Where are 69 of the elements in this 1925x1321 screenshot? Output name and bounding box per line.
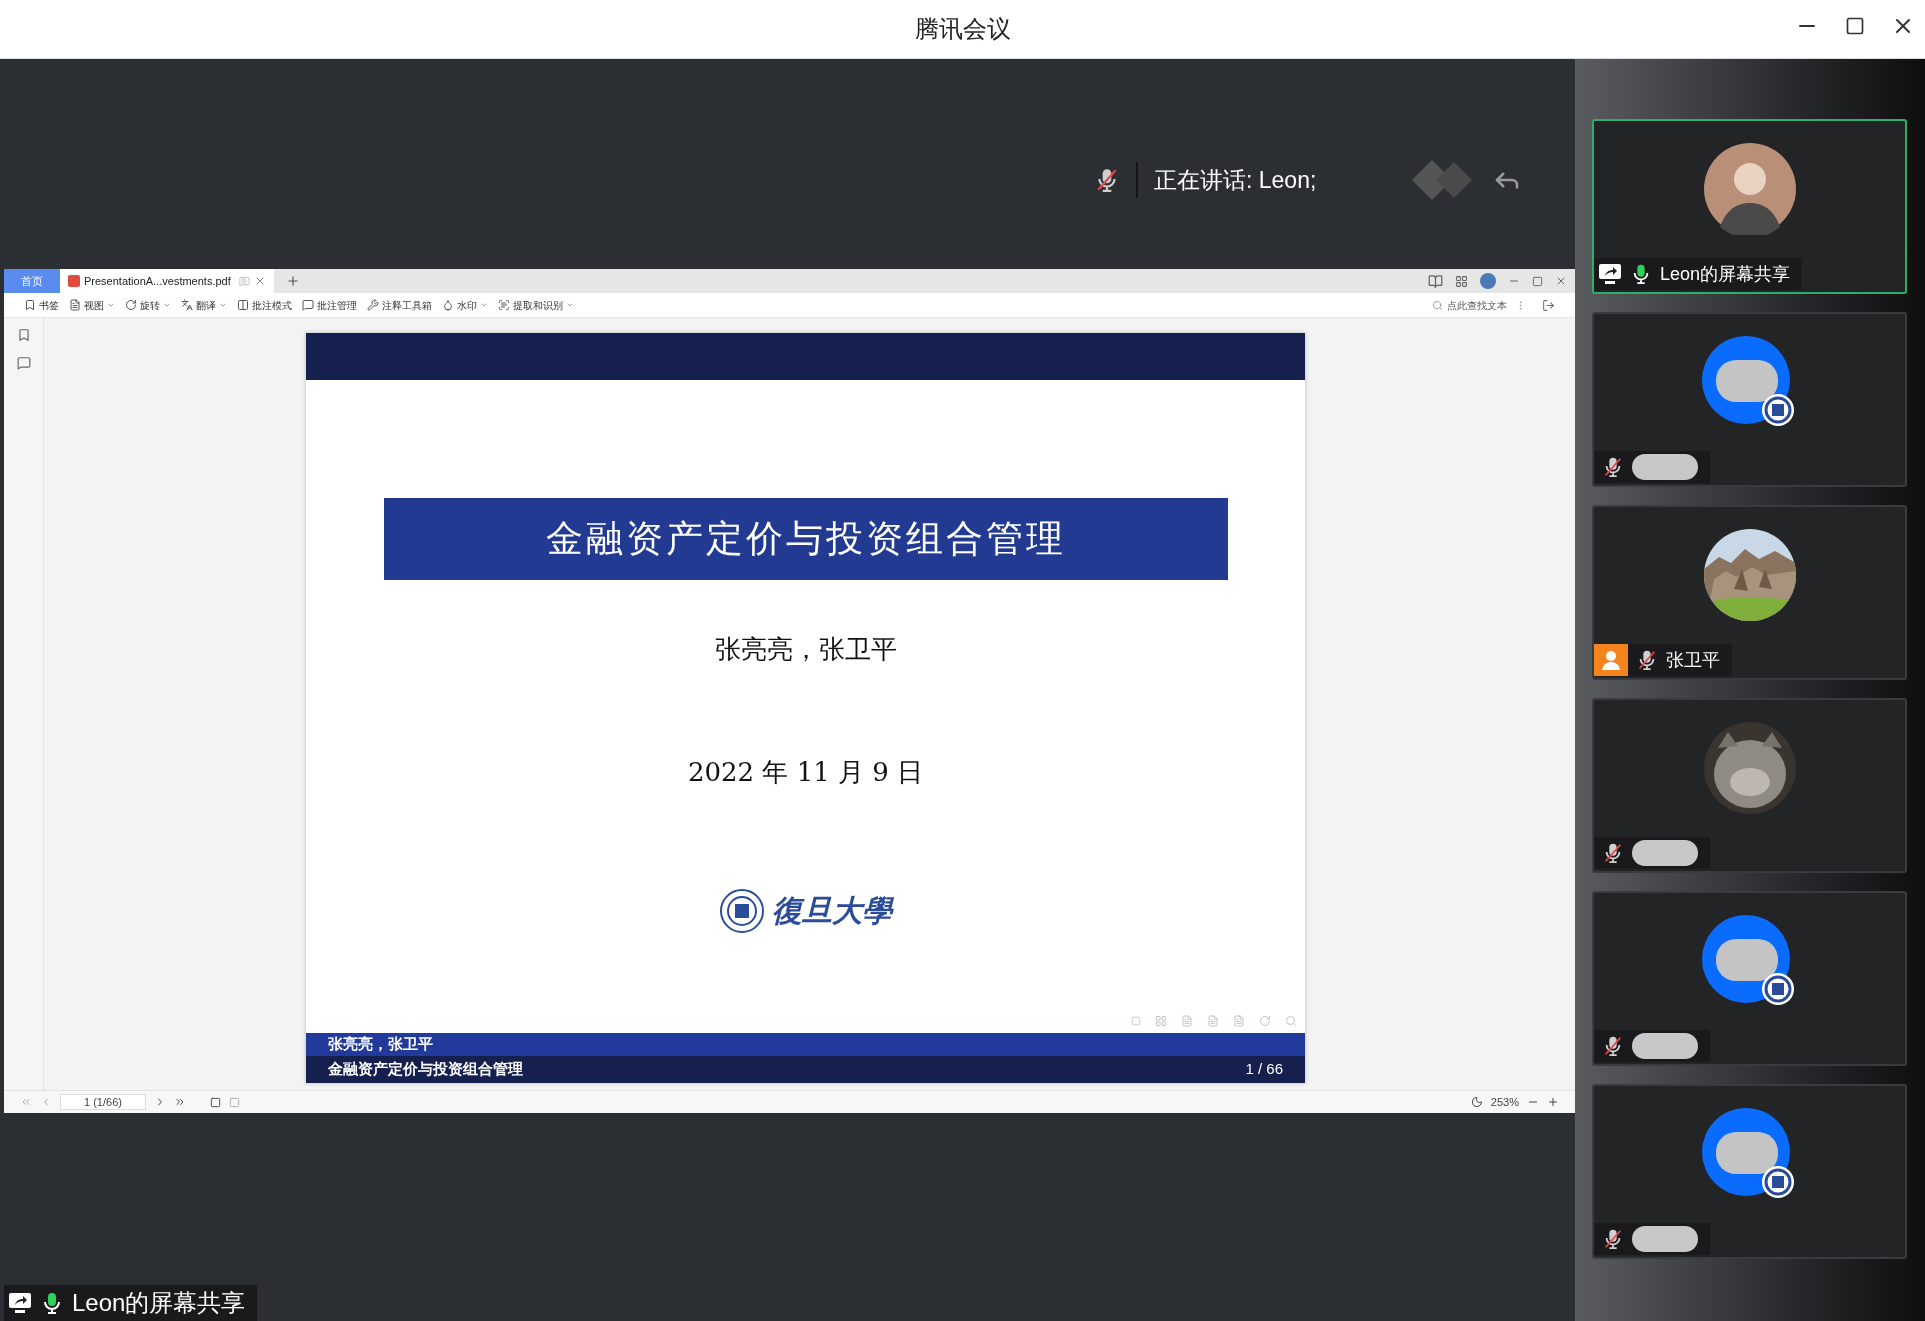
name-placeholder bbox=[1632, 1033, 1698, 1059]
dropdown-caret-icon bbox=[163, 301, 171, 309]
toolbar-icon bbox=[181, 299, 193, 311]
name-placeholder bbox=[1632, 1226, 1698, 1252]
footer-title: 金融资产定价与投资组合管理 bbox=[328, 1059, 523, 1080]
exit-icon[interactable] bbox=[1542, 298, 1555, 312]
window-title: 腾讯会议 bbox=[914, 14, 1011, 44]
toolbar-button[interactable]: 翻译 bbox=[181, 297, 227, 313]
university-logo-text: 復旦大學 bbox=[771, 892, 892, 930]
name-placeholder bbox=[1632, 840, 1698, 866]
toolbar-icon bbox=[24, 299, 36, 311]
slide-date: 2022 年 11 月 9 日 bbox=[687, 756, 924, 789]
night-mode-icon[interactable] bbox=[1470, 1096, 1483, 1108]
toolbar-button[interactable]: 提取和识别 bbox=[498, 297, 574, 313]
toolbar-icon bbox=[237, 299, 249, 311]
participant-name: Leon的屏幕共享 bbox=[1660, 262, 1791, 286]
new-tab-icon[interactable] bbox=[285, 274, 300, 288]
toolbar-button[interactable]: 水印 bbox=[442, 297, 488, 313]
video-tile[interactable] bbox=[1592, 891, 1907, 1066]
toolbar-icon bbox=[367, 299, 379, 311]
video-tile[interactable]: Leon的屏幕共享 bbox=[1592, 119, 1907, 294]
zoom-level[interactable]: 253% bbox=[1490, 1093, 1519, 1111]
toolbar-icon bbox=[302, 299, 314, 311]
last-page-icon[interactable] bbox=[174, 1096, 186, 1108]
page-number: 1 / 66 bbox=[1245, 1059, 1283, 1080]
speaking-indicator: 正在讲话: Leon; bbox=[1154, 165, 1317, 195]
participant-name: 张卫平 bbox=[1666, 648, 1720, 672]
toolbar-button[interactable]: 批注管理 bbox=[302, 297, 357, 313]
bookmark-icon[interactable] bbox=[16, 328, 31, 342]
dropdown-caret-icon bbox=[566, 301, 574, 309]
pdf-icon bbox=[68, 275, 80, 287]
toolbar-button[interactable]: 旋转 bbox=[125, 297, 171, 313]
comment-icon[interactable] bbox=[16, 356, 31, 370]
name-placeholder bbox=[1632, 454, 1698, 480]
search-icon bbox=[1432, 299, 1443, 311]
grid-icon[interactable] bbox=[1455, 274, 1468, 288]
footer-authors: 张亮亮，张卫平 bbox=[328, 1034, 433, 1055]
zoom-in-icon[interactable] bbox=[1547, 1096, 1559, 1108]
toolbar-button[interactable]: 视图 bbox=[69, 297, 115, 313]
dropdown-caret-icon bbox=[107, 301, 115, 309]
search-field[interactable]: 点此查找文本 bbox=[1447, 297, 1511, 313]
toolbar-icon bbox=[498, 299, 510, 311]
comment-icon bbox=[238, 275, 250, 287]
screen-share-icon bbox=[8, 1292, 32, 1314]
page-field[interactable]: 1 (1/66) bbox=[60, 1094, 146, 1110]
tab[interactable]: PresentationA...vestments.pdf bbox=[60, 269, 274, 293]
reading-mode-icon[interactable] bbox=[1428, 273, 1443, 289]
video-tile[interactable] bbox=[1592, 312, 1907, 487]
video-tile[interactable] bbox=[1592, 1084, 1907, 1259]
slide-title: 金融资产定价与投资组合管理 bbox=[383, 498, 1228, 580]
toolbar-icon bbox=[442, 299, 454, 311]
dropdown-caret-icon bbox=[480, 301, 488, 309]
screen-share-icon bbox=[1598, 263, 1622, 285]
fit-page-icon[interactable] bbox=[210, 1096, 221, 1108]
maximize-icon[interactable] bbox=[1845, 16, 1865, 36]
dropdown-caret-icon bbox=[219, 301, 227, 309]
slide-authors: 张亮亮，张卫平 bbox=[714, 633, 897, 666]
toolbar-button[interactable]: 注释工具箱 bbox=[367, 297, 432, 313]
restore-icon[interactable] bbox=[1532, 275, 1543, 287]
toolbar-icon bbox=[125, 299, 137, 311]
share-label-text: Leon的屏幕共享 bbox=[72, 1288, 246, 1318]
video-tile[interactable]: 张卫平 bbox=[1592, 505, 1907, 680]
toolbar-icon bbox=[69, 299, 81, 311]
toolbar-button[interactable]: 书签 bbox=[24, 297, 59, 313]
university-emblem-icon bbox=[719, 888, 764, 933]
user-icon bbox=[1594, 644, 1628, 676]
video-tile[interactable] bbox=[1592, 698, 1907, 873]
first-page-icon[interactable] bbox=[20, 1096, 32, 1108]
toolbar-button[interactable]: 批注模式 bbox=[237, 297, 292, 313]
